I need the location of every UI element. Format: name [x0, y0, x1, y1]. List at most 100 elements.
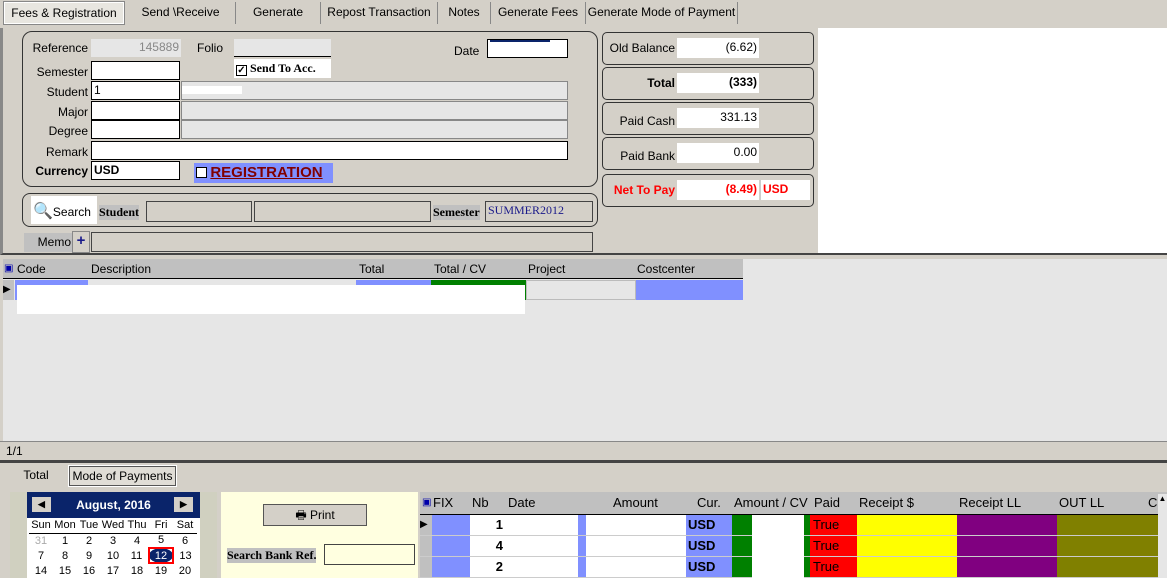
- weekday-header: Mon: [53, 518, 77, 534]
- magnifier-icon: 🔍: [33, 203, 53, 220]
- fix-cell[interactable]: [432, 515, 470, 535]
- calendar-day[interactable]: 18: [125, 563, 149, 578]
- remark-field[interactable]: [91, 141, 568, 160]
- student-label: Student: [46, 85, 88, 99]
- fix-cell[interactable]: [432, 557, 470, 577]
- calendar-day[interactable]: 8: [53, 548, 77, 563]
- col-cur[interactable]: Cur.: [697, 492, 721, 514]
- calendar-day[interactable]: 7: [29, 548, 53, 563]
- weekday-header: Wed: [101, 518, 125, 534]
- calendar-day[interactable]: 4: [125, 533, 149, 548]
- col-code[interactable]: Code: [17, 259, 46, 279]
- semester-label: Semester: [36, 65, 88, 79]
- calendar-day[interactable]: 1: [53, 533, 77, 548]
- folio-field[interactable]: [234, 39, 331, 57]
- calendar-day[interactable]: 6: [173, 533, 197, 548]
- calendar-day[interactable]: 17: [101, 563, 125, 578]
- paid-cash-box: Paid Cash 331.13: [602, 102, 814, 135]
- tab-notes[interactable]: Notes: [438, 2, 491, 24]
- grid-selector-icon[interactable]: ▣: [422, 492, 431, 514]
- calendar-day[interactable]: 31: [29, 533, 53, 548]
- col-nb[interactable]: Nb: [472, 492, 489, 514]
- search-student-name[interactable]: [254, 201, 431, 222]
- degree-field[interactable]: [91, 120, 180, 139]
- reference-field[interactable]: 145889: [91, 39, 181, 57]
- tab-repost-transaction[interactable]: Repost Transaction: [321, 2, 438, 24]
- fix-cell[interactable]: [432, 536, 470, 556]
- folio-label: Folio: [197, 41, 224, 55]
- col-paid[interactable]: Paid: [814, 492, 840, 514]
- calendar-day[interactable]: 11: [125, 548, 149, 563]
- student-name-field: [181, 81, 568, 100]
- col-costcenter[interactable]: Costcenter: [637, 259, 695, 279]
- memo-add-button[interactable]: +: [72, 231, 90, 253]
- date-field[interactable]: [487, 39, 568, 58]
- calendar-day[interactable]: 20: [173, 563, 197, 578]
- col-amount[interactable]: Amount: [613, 492, 658, 514]
- search-bank-ref-label: Search Bank Ref.: [227, 548, 317, 563]
- registration-checkbox[interactable]: REGISTRATION: [194, 163, 333, 183]
- print-button[interactable]: 🖶 Print: [263, 504, 367, 526]
- calendar-day[interactable]: 19: [149, 563, 173, 578]
- calendar-day[interactable]: 15: [53, 563, 77, 578]
- prev-month-button[interactable]: ◀: [32, 497, 51, 512]
- calendar-day[interactable]: 13: [173, 548, 197, 563]
- tab-generate-fees[interactable]: Generate Fees: [491, 2, 586, 24]
- calendar[interactable]: ◀ August, 2016 ▶ Sun Mon Tue Wed Thu Fri Sat 31…: [27, 492, 200, 578]
- student-id-field[interactable]: 1: [91, 81, 180, 100]
- calendar-day[interactable]: 5: [149, 533, 173, 548]
- paid-cash-value[interactable]: 331.13: [677, 108, 759, 128]
- tab-generate-mode-of-payment[interactable]: Generate Mode of Payment: [586, 2, 738, 24]
- send-to-acc-checkbox[interactable]: ✓ Send To Acc.: [234, 59, 331, 78]
- fees-row[interactable]: ▶: [3, 280, 743, 314]
- col-receipt-ll[interactable]: Receipt LL: [959, 492, 1021, 514]
- col-amount-cv[interactable]: Amount / CV: [734, 492, 808, 514]
- tab-total[interactable]: Total: [8, 466, 64, 486]
- col-c[interactable]: C: [1148, 492, 1158, 514]
- paid-cell: True: [810, 515, 857, 535]
- col-receipt-usd[interactable]: Receipt $: [859, 492, 914, 514]
- currency-label: Currency: [35, 164, 88, 178]
- registration-label: REGISTRATION: [210, 164, 323, 181]
- col-total-cv[interactable]: Total / CV: [434, 259, 486, 279]
- tab-fees-registration[interactable]: Fees & Registration: [3, 1, 125, 25]
- col-description[interactable]: Description: [91, 259, 151, 279]
- checkbox-icon: [196, 167, 207, 178]
- calendar-day[interactable]: 12: [148, 547, 174, 564]
- calendar-day[interactable]: 2: [77, 533, 101, 548]
- semester-field[interactable]: [91, 61, 180, 80]
- payment-row[interactable]: 4 USD True: [420, 536, 1158, 557]
- search-student-label: Student: [99, 205, 140, 220]
- major-name-field: [181, 101, 568, 120]
- fees-grid: ▣ Code Description Total Total / CV Proj…: [3, 259, 1167, 441]
- payment-row[interactable]: ▶ 1 USD True: [420, 515, 1158, 536]
- calendar-day[interactable]: 16: [77, 563, 101, 578]
- calendar-day[interactable]: 10: [101, 548, 125, 563]
- tab-send-receive[interactable]: Send \Receive: [126, 2, 236, 24]
- memo-field[interactable]: [91, 232, 593, 252]
- col-fix[interactable]: FIX: [433, 492, 453, 514]
- search-bank-ref-field[interactable]: [324, 544, 415, 565]
- paid-bank-value[interactable]: 0.00: [677, 143, 759, 163]
- currency-field[interactable]: USD: [91, 161, 180, 180]
- old-balance-label: Old Balance: [609, 41, 675, 55]
- calendar-day[interactable]: 9: [77, 548, 101, 563]
- tab-generate[interactable]: Generate: [236, 2, 321, 24]
- payment-row[interactable]: 2 USD True: [420, 557, 1158, 578]
- search-student-id[interactable]: [146, 201, 252, 222]
- net-to-pay-label: Net To Pay: [613, 183, 675, 197]
- next-month-button[interactable]: ▶: [174, 497, 193, 512]
- major-field[interactable]: [91, 101, 180, 120]
- tab-mode-of-payments[interactable]: Mode of Payments: [68, 465, 177, 487]
- search-semester-field[interactable]: SUMMER2012: [485, 201, 593, 222]
- vertical-scrollbar[interactable]: ▲: [1158, 494, 1167, 578]
- col-total[interactable]: Total: [359, 259, 384, 279]
- grid-selector-icon[interactable]: ▣: [4, 259, 13, 279]
- calendar-day[interactable]: 3: [101, 533, 125, 548]
- search-button[interactable]: 🔍Search: [31, 196, 97, 224]
- col-project[interactable]: Project: [528, 259, 565, 279]
- col-out-ll[interactable]: OUT LL: [1059, 492, 1104, 514]
- nb-cell: 4: [495, 538, 503, 553]
- col-date[interactable]: Date: [508, 492, 535, 514]
- calendar-day[interactable]: 14: [29, 563, 53, 578]
